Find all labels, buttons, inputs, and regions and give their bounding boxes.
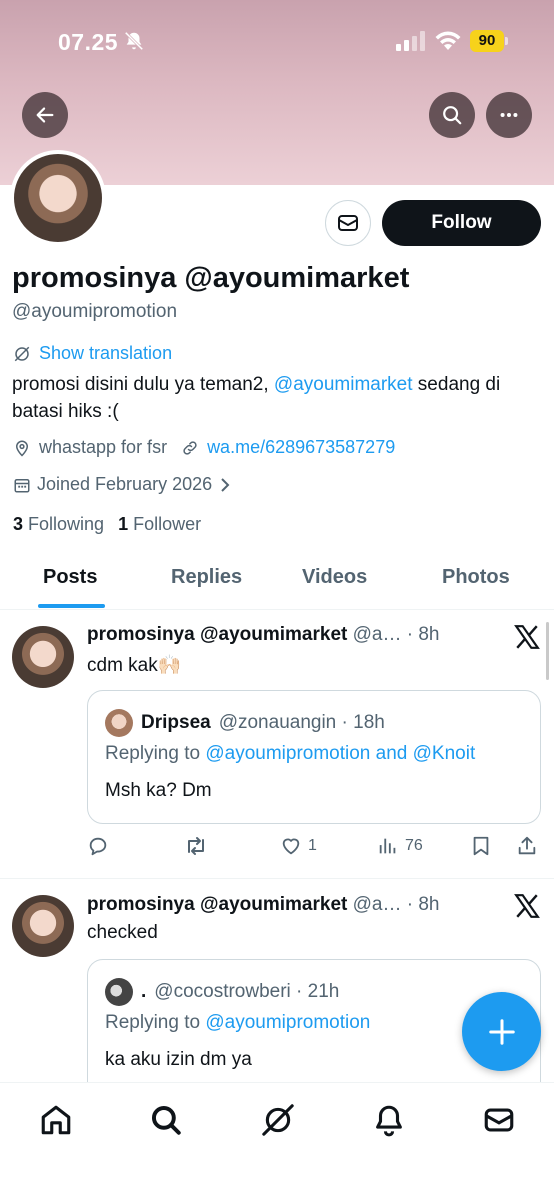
chevron-right-icon: [221, 477, 230, 492]
quoted-post-header: Dripsea @zonauangin · 18h: [105, 709, 385, 737]
link-icon: [183, 440, 197, 455]
bell-icon[interactable]: [372, 1103, 406, 1137]
follow-stats: 3 Following 1 Follower: [13, 514, 201, 535]
reply-icon: [89, 837, 107, 856]
mail-icon[interactable]: [482, 1103, 516, 1137]
heart-icon: [282, 838, 300, 855]
share-icon: [518, 836, 536, 855]
grok-icon[interactable]: [261, 1103, 295, 1137]
profile-display-name: promosinya @ayoumimarket: [12, 262, 410, 294]
followers-link[interactable]: 1 Follower: [118, 514, 201, 535]
quoted-author-name: Dripsea: [141, 712, 211, 733]
home-icon[interactable]: [39, 1103, 73, 1137]
following-link[interactable]: 3 Following: [13, 514, 104, 535]
profile-tabs: Posts Replies Videos Photos: [0, 552, 554, 610]
compose-button[interactable]: [462, 992, 541, 1071]
like-button[interactable]: 1: [280, 835, 317, 857]
post-author-name[interactable]: promosinya @ayoumimarket: [87, 894, 347, 915]
quoted-post[interactable]: Dripsea @zonauangin · 18h Replying to @a…: [87, 690, 541, 824]
post-text: checked: [87, 922, 158, 943]
battery-indicator: 90: [470, 30, 508, 52]
grok-icon: [14, 346, 30, 361]
bookmark-button[interactable]: [471, 835, 491, 857]
quoted-post-header: . @cocostrowberi · 21h: [105, 978, 339, 1006]
view-count: 76: [405, 837, 423, 854]
like-count: 1: [308, 837, 317, 854]
views-button[interactable]: 76: [377, 835, 423, 857]
post-item[interactable]: promosinya @ayoumimarket @a… · 8h cdm ka…: [0, 610, 554, 878]
joined-label: Joined February 2026: [37, 474, 213, 494]
bio-mention-link[interactable]: @ayoumimarket: [274, 374, 413, 395]
bell-off-icon: [124, 31, 144, 51]
follow-button[interactable]: Follow: [382, 200, 541, 246]
post-meta: @a… · 8h: [352, 624, 440, 645]
profile-location: whastapp for fsr: [39, 437, 168, 457]
wifi-icon: [435, 31, 461, 50]
post-avatar[interactable]: [12, 626, 74, 688]
profile-website-link[interactable]: wa.me/6289673587279: [207, 437, 395, 458]
status-bar: 07.25 90: [0, 0, 554, 80]
search-button[interactable]: [429, 92, 475, 138]
search-icon: [443, 106, 462, 125]
bookmark-icon: [473, 836, 489, 856]
show-translation-link[interactable]: Show translation: [13, 343, 172, 364]
reply-mentions-link[interactable]: @ayoumipromotion: [205, 1012, 370, 1033]
location-pin-icon: [15, 440, 29, 457]
quoted-avatar: [105, 978, 133, 1006]
plus-icon: [488, 1018, 515, 1045]
post-meta: @a… · 8h: [352, 894, 440, 915]
post-header: promosinya @ayoumimarket @a… · 8h: [87, 624, 440, 646]
more-button[interactable]: [486, 92, 532, 138]
more-icon: [500, 112, 518, 118]
quoted-replying-to: Replying to @ayoumipromotion: [105, 1012, 371, 1033]
cellular-signal-icon: [396, 31, 425, 51]
scrollbar[interactable]: [546, 622, 549, 680]
battery-level: 90: [470, 30, 504, 52]
tab-videos[interactable]: Videos: [302, 566, 367, 589]
reply-mentions-link[interactable]: @ayoumipromotion and @Knoit: [205, 743, 475, 764]
back-button[interactable]: [22, 92, 68, 138]
post-avatar[interactable]: [12, 895, 74, 957]
calendar-icon: [14, 478, 30, 492]
quoted-meta: @zonauangin · 18h: [218, 712, 385, 733]
profile-bio: promosi disini dulu ya teman2, @ayoumima…: [12, 374, 501, 422]
post-actions: 1 76: [87, 835, 542, 865]
profile-avatar[interactable]: [10, 150, 106, 246]
quoted-avatar: [105, 709, 133, 737]
quoted-meta: @cocostrowberi · 21h: [154, 981, 340, 1002]
bottom-nav: [0, 1082, 554, 1200]
quoted-text: Msh ka? Dm: [105, 780, 212, 801]
tab-photos[interactable]: Photos: [442, 566, 510, 589]
quoted-author-name: .: [141, 981, 147, 1002]
show-translation-label[interactable]: Show translation: [39, 343, 172, 364]
post-author-name[interactable]: promosinya @ayoumimarket: [87, 624, 347, 645]
message-button[interactable]: [325, 200, 371, 246]
profile-joined[interactable]: Joined February 2026: [13, 474, 232, 495]
post-text: cdm kak🙌🏻: [87, 655, 182, 676]
profile-meta-row: whastapp for fsr wa.me/6289673587279: [13, 437, 395, 458]
reply-button[interactable]: [87, 835, 109, 857]
mail-icon: [338, 215, 358, 231]
repost-icon: [188, 837, 204, 855]
status-time: 07.25: [58, 29, 119, 55]
profile-handle: @ayoumipromotion: [12, 301, 178, 322]
search-icon[interactable]: [149, 1103, 183, 1137]
post-header: promosinya @ayoumimarket @a… · 8h: [87, 894, 440, 916]
repost-button[interactable]: [184, 835, 208, 857]
x-logo-icon: [514, 894, 540, 918]
quoted-text: ka aku izin dm ya: [105, 1049, 252, 1070]
active-tab-indicator: [38, 604, 105, 608]
arrow-left-icon: [36, 107, 54, 123]
views-icon: [379, 838, 396, 854]
tab-posts[interactable]: Posts: [43, 566, 97, 589]
share-button[interactable]: [516, 835, 538, 857]
x-logo-icon: [514, 625, 540, 649]
tab-replies[interactable]: Replies: [171, 566, 242, 589]
quoted-replying-to: Replying to @ayoumipromotion and @Knoit: [105, 743, 476, 764]
